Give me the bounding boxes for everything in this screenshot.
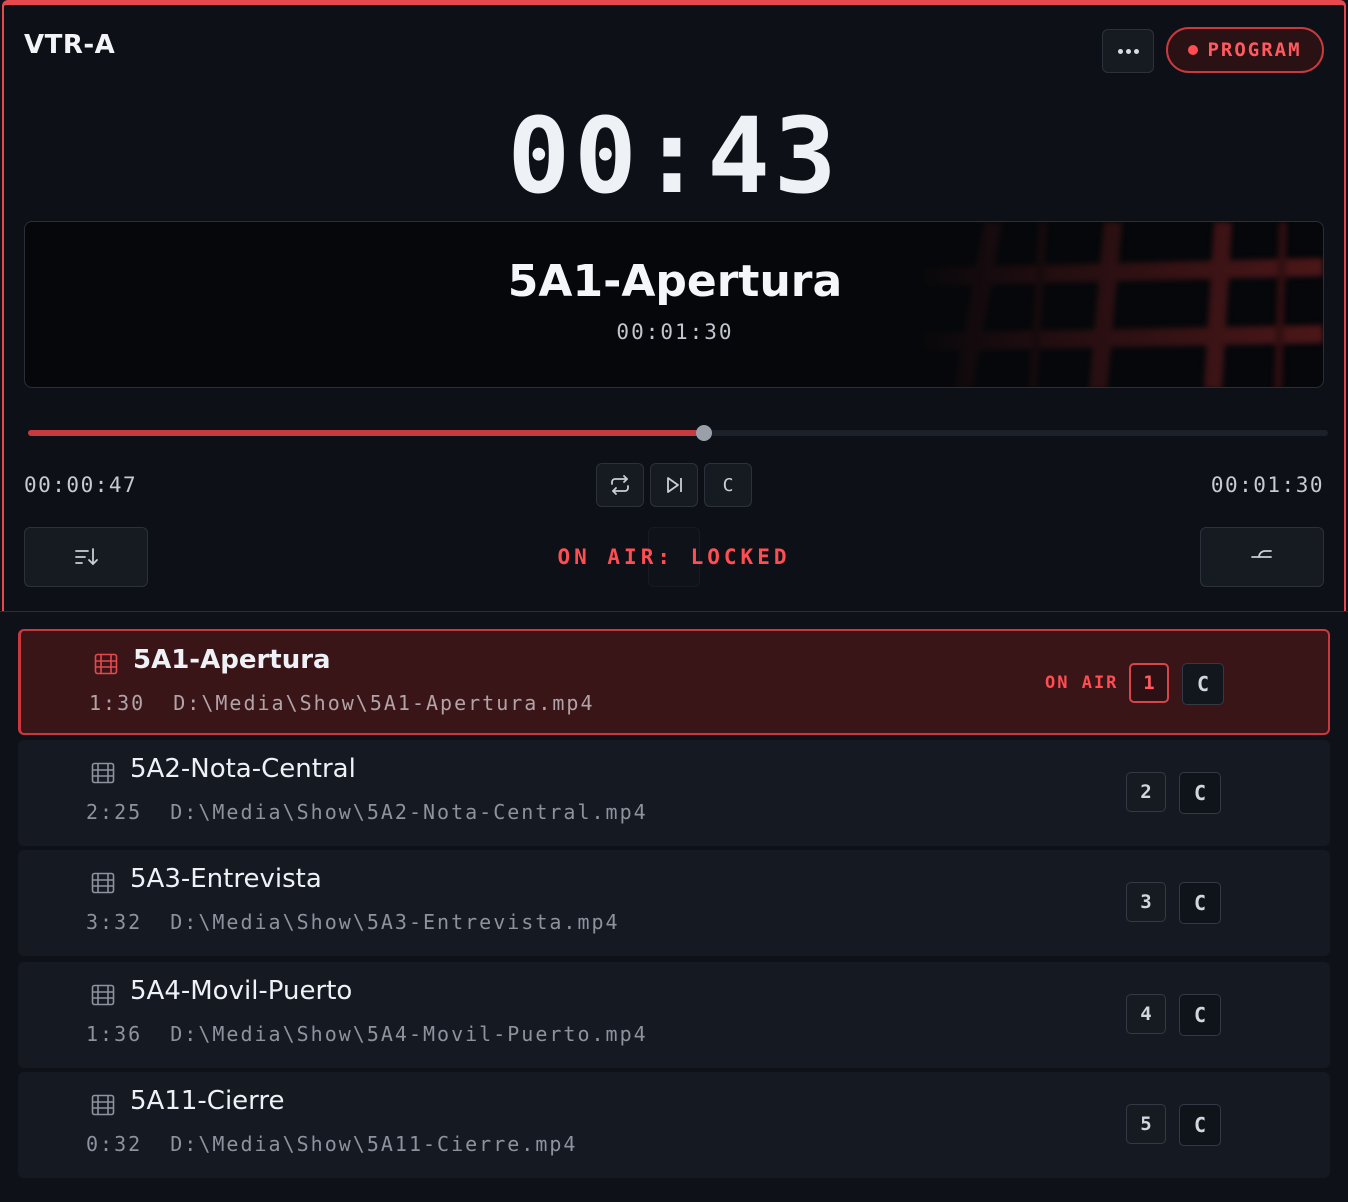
loop-icon bbox=[611, 475, 629, 495]
film-icon bbox=[91, 872, 115, 894]
playlist-row[interactable]: 5A3-Entrevista 3:32 D:\Media\Show\5A3-En… bbox=[18, 850, 1330, 956]
scrub-handle[interactable] bbox=[696, 425, 712, 441]
clip-meta: 1:30 D:\Media\Show\5A1-Apertura.mp4 bbox=[89, 691, 595, 715]
skip-next-button[interactable] bbox=[650, 463, 698, 507]
clip-name: 5A4-Movil-Puerto bbox=[130, 976, 353, 1006]
clip-number-button[interactable]: 3 bbox=[1126, 882, 1166, 922]
clip-name: 5A1-Apertura bbox=[133, 645, 331, 675]
clip-duration: 3:32 bbox=[86, 910, 143, 934]
countdown-clock: 00:43 bbox=[507, 95, 841, 217]
cue-button[interactable]: C bbox=[704, 463, 752, 507]
panel-divider bbox=[0, 611, 1348, 612]
scrub-bar[interactable] bbox=[28, 425, 1328, 441]
clip-meta: 1:36 D:\Media\Show\5A4-Movil-Puerto.mp4 bbox=[86, 1022, 648, 1046]
playlist-row[interactable]: 5A4-Movil-Puerto 1:36 D:\Media\Show\5A4-… bbox=[18, 962, 1330, 1068]
clip-path: D:\Media\Show\5A4-Movil-Puerto.mp4 bbox=[170, 1022, 648, 1046]
clip-cue-button[interactable]: C bbox=[1179, 994, 1221, 1036]
scrub-bar-fill bbox=[28, 430, 704, 436]
program-badge-button[interactable]: PROGRAM bbox=[1166, 27, 1324, 73]
clip-cue-button[interactable]: C bbox=[1182, 663, 1224, 705]
clip-meta: 3:32 D:\Media\Show\5A3-Entrevista.mp4 bbox=[86, 910, 620, 934]
clip-path: D:\Media\Show\5A3-Entrevista.mp4 bbox=[170, 910, 620, 934]
film-icon bbox=[91, 984, 115, 1006]
ellipsis-icon bbox=[1116, 48, 1140, 54]
loop-button[interactable] bbox=[596, 463, 644, 507]
film-icon bbox=[91, 1094, 115, 1116]
clip-duration: 2:25 bbox=[86, 800, 143, 824]
clip-meta: 2:25 D:\Media\Show\5A2-Nota-Central.mp4 bbox=[86, 800, 648, 824]
program-label: PROGRAM bbox=[1207, 39, 1302, 61]
on-air-tag: ON AIR bbox=[1045, 673, 1119, 693]
elapsed-time: 00:00:47 bbox=[24, 473, 138, 497]
clip-duration: 1:36 bbox=[86, 1022, 143, 1046]
clip-preview: 5A1-Apertura 00:01:30 bbox=[24, 221, 1324, 388]
branch-icon bbox=[1251, 550, 1272, 558]
playlist-row[interactable]: 5A2-Nota-Central 2:25 D:\Media\Show\5A2-… bbox=[18, 740, 1330, 846]
total-time: 00:01:30 bbox=[1210, 473, 1324, 497]
clip-meta: 0:32 D:\Media\Show\5A11-Cierre.mp4 bbox=[86, 1132, 577, 1156]
clip-name: 5A11-Cierre bbox=[130, 1086, 285, 1116]
clip-cue-button[interactable]: C bbox=[1179, 1104, 1221, 1146]
clip-name: 5A2-Nota-Central bbox=[130, 754, 356, 784]
clip-number-button[interactable]: 2 bbox=[1126, 772, 1166, 812]
clip-number-button[interactable]: 1 bbox=[1129, 663, 1169, 703]
playlist-row[interactable]: 5A1-Apertura 1:30 D:\Media\Show\5A1-Aper… bbox=[18, 629, 1330, 735]
clip-duration: 1:30 bbox=[89, 691, 146, 715]
clip-cue-button[interactable]: C bbox=[1179, 882, 1221, 924]
clip-path: D:\Media\Show\5A11-Cierre.mp4 bbox=[170, 1132, 578, 1156]
clip-path: D:\Media\Show\5A2-Nota-Central.mp4 bbox=[170, 800, 648, 824]
branch-button[interactable] bbox=[1200, 527, 1324, 587]
playlist-row[interactable]: 5A11-Cierre 0:32 D:\Media\Show\5A11-Cier… bbox=[18, 1072, 1330, 1178]
vtr-player-app: VTR-A PROGRAM 00:43 5A1-Apertura 00:01:3… bbox=[0, 0, 1348, 1202]
more-options-button[interactable] bbox=[1102, 29, 1154, 73]
clip-name: 5A3-Entrevista bbox=[130, 864, 322, 894]
film-icon bbox=[91, 762, 115, 784]
skip-next-icon bbox=[667, 477, 682, 493]
deck-title: VTR-A bbox=[24, 30, 116, 60]
clip-number-button[interactable]: 5 bbox=[1126, 1104, 1166, 1144]
preview-clip-title: 5A1-Apertura bbox=[507, 256, 843, 307]
clip-duration: 0:32 bbox=[86, 1132, 143, 1156]
film-icon bbox=[94, 653, 118, 675]
clip-cue-button[interactable]: C bbox=[1179, 772, 1221, 814]
record-dot-icon bbox=[1188, 45, 1199, 55]
on-air-locked-status: ON AIR: LOCKED bbox=[557, 545, 791, 569]
clip-path: D:\Media\Show\5A1-Apertura.mp4 bbox=[173, 691, 595, 715]
clip-number-button[interactable]: 4 bbox=[1126, 994, 1166, 1034]
preview-clip-duration: 00:01:30 bbox=[616, 320, 734, 344]
